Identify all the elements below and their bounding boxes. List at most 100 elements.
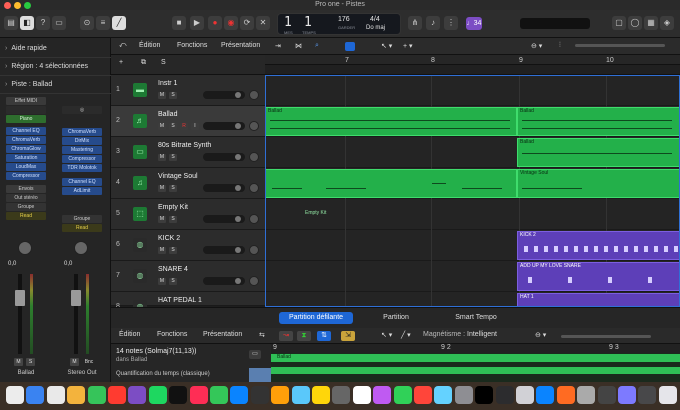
track-header[interactable]: 4 ♫ Vintage Soul M S [111,168,265,199]
notepad-icon[interactable]: ▢ [612,16,626,30]
editors-icon[interactable]: ≡ [96,16,110,30]
dock-app-icon[interactable] [556,386,575,404]
track-volume-slider[interactable] [203,277,245,285]
minimize-window-button[interactable] [14,2,21,9]
track-header[interactable]: 5 ⬚ Empty Kit M S [111,199,265,230]
plugin-slot[interactable]: ChromaVerb [6,136,46,144]
solo-button[interactable]: S [169,185,177,192]
solo-button[interactable]: S [169,92,177,99]
media-icon[interactable]: ◈ [660,16,674,30]
track-name[interactable]: Vintage Soul [158,173,198,180]
mute-button[interactable]: M [158,278,166,285]
dock-app-icon[interactable] [230,386,249,404]
dock-app-icon[interactable] [250,386,269,404]
track-name[interactable]: Instr 1 [158,80,177,87]
mute-button[interactable]: M [158,247,166,254]
loops-icon[interactable]: ◯ [628,16,642,30]
add-tool-icon[interactable]: + ▾ [403,42,413,50]
instrument-slot[interactable]: Piano [6,115,46,123]
tuner-icon[interactable]: ⋔ [408,16,422,30]
track-volume-slider[interactable] [203,122,245,130]
dock-app-icon[interactable] [332,386,351,404]
list-editor-search[interactable] [520,18,590,29]
count-in-badge[interactable]: ♩34 [466,17,482,30]
region-80s-synth[interactable]: Ballad [517,138,680,167]
plugin-slot[interactable]: Mastering [62,146,102,154]
dock-app-icon[interactable] [618,386,636,404]
play-button[interactable]: ▶ [190,16,204,30]
region-row[interactable]: › Région : 4 sélectionnées [0,58,111,76]
mute-button[interactable]: M [158,216,166,223]
track-volume-slider[interactable] [203,246,245,254]
volume-fader-track[interactable] [74,274,78,354]
pointer-tool-icon[interactable]: ↖ ▾ [381,42,392,50]
pointer-tool-icon[interactable]: ↖ ▾ [381,331,392,339]
track-name[interactable]: SNARE 4 [158,266,188,273]
volume-fader[interactable] [71,290,81,306]
editor-region-bar[interactable]: Ballad [271,354,680,362]
stop-button[interactable]: ■ [172,16,186,30]
dock-app-icon[interactable] [352,386,371,404]
pencil-icon[interactable]: ╱ [112,16,126,30]
global-solo-button[interactable]: S [161,59,166,66]
dock-app-icon[interactable] [6,386,24,404]
track-pan-knob[interactable] [249,276,259,286]
region-hat[interactable]: HAT 1 [517,293,680,307]
zoom-window-button[interactable] [24,2,31,9]
dock-app-icon[interactable] [128,386,147,404]
zoom-out-icon[interactable]: ⊖ ▾ [531,42,542,50]
editor-zoom-slider[interactable] [561,335,651,338]
volume-fader[interactable] [15,290,25,306]
collapse-icon[interactable]: ⇅ [317,331,331,341]
toolbar-icon[interactable]: ▭ [52,16,66,30]
output-slot[interactable]: Out stéréo [6,194,46,202]
solo-button[interactable]: S [26,358,35,366]
edit-menu[interactable]: Édition [139,42,160,49]
plugin-slot[interactable]: ChromaGlow [6,145,46,153]
track-pan-knob[interactable] [249,183,259,193]
plugin-slot[interactable]: ChromaVerb [62,128,102,136]
dock-app-icon[interactable] [210,386,228,404]
zoom-slider[interactable] [575,44,665,47]
track-header[interactable]: 6 ◍ KICK 2 MS [111,230,265,261]
dock-app-icon[interactable] [67,386,86,404]
dock-app-icon[interactable] [26,386,45,404]
region-vintage-soul-a[interactable] [265,169,517,198]
plugin-slot[interactable]: Channel EQ [6,127,46,135]
dock-app-icon[interactable] [454,386,473,404]
dock-app-icon[interactable] [495,386,514,404]
mute-button[interactable]: M [158,92,166,99]
track-header[interactable]: 7 ◍ SNARE 4 MS [111,261,265,292]
dock-app-icon[interactable] [658,386,677,404]
arrange-area[interactable]: Ballad Ballad Ballad Vintage Soul Empty … [265,75,680,307]
track-pan-knob[interactable] [249,214,259,224]
track-volume-slider[interactable] [203,215,245,223]
solo-button[interactable]: S [169,247,177,254]
dock-app-icon[interactable] [46,386,65,404]
count-in-icon[interactable]: ⋮ [444,16,458,30]
back-icon[interactable]: ⤺ [119,42,126,50]
flex-icon[interactable]: ⋈ [295,42,302,50]
track-volume-slider[interactable] [203,184,245,192]
zoom-out-icon[interactable]: ⊖ ▾ [535,331,546,339]
plugin-slot[interactable]: Compressor [6,172,46,180]
dock-app-icon[interactable] [577,386,596,404]
plugin-slot[interactable]: Channel EQ [62,178,102,186]
mute-button[interactable]: M [70,358,79,366]
note-bar[interactable] [271,367,680,374]
track-name[interactable]: Ballad [158,111,177,118]
rec-button[interactable]: R [180,123,188,130]
quantize-label[interactable]: Quantification du temps (classique) [116,371,210,377]
track-header[interactable]: 2 ♬ Ballad M S R I [111,106,265,137]
automation-mode[interactable]: Read [62,224,102,232]
dock-app-icon[interactable] [475,386,494,404]
mute-button[interactable]: M [158,185,166,192]
track-name[interactable]: 80s Bitrate Synth [158,142,211,149]
dock-app-icon[interactable] [189,386,208,404]
plugin-slot[interactable]: Saturation [6,154,46,162]
mute-button[interactable]: M [14,358,23,366]
cycle-ruler[interactable]: 7 8 9 10 [265,55,680,65]
tab-smart-tempo[interactable]: Smart Tempo [441,312,511,324]
eq-display[interactable] [6,106,46,114]
editor-view-menu[interactable]: Présentation [203,331,242,338]
